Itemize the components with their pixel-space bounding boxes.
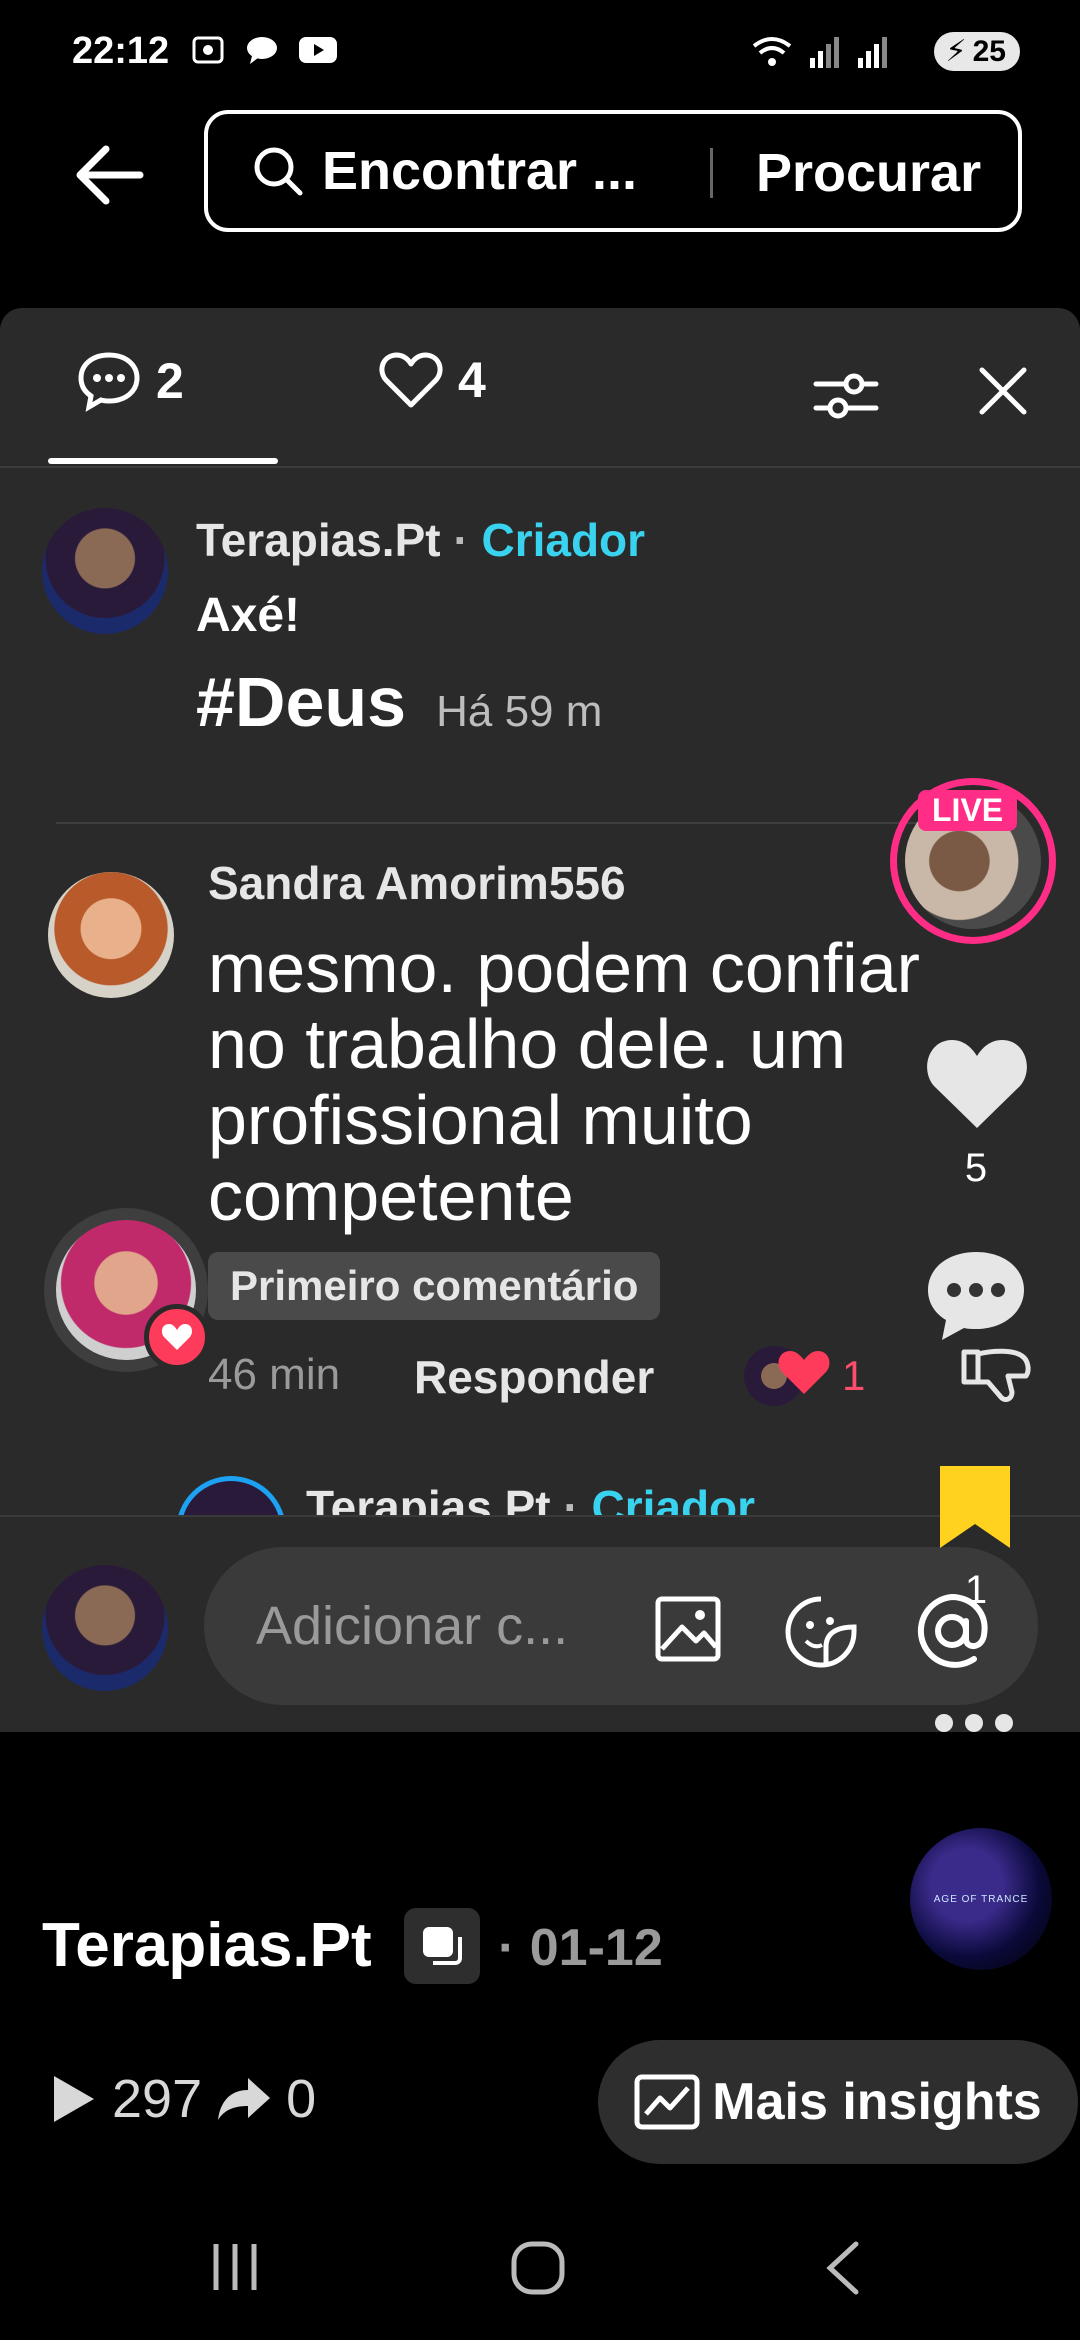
avatar-terapias[interactable] xyxy=(42,508,168,634)
tab-active-indicator xyxy=(48,458,278,464)
hashtag-link[interactable]: #Deus xyxy=(196,662,406,742)
save-count: 1 xyxy=(964,1568,988,1612)
live-badge: LIVE xyxy=(918,790,1018,831)
nav-back-icon[interactable] xyxy=(820,2238,864,2298)
stack-icon xyxy=(423,1927,462,1965)
image-icon[interactable] xyxy=(652,1593,724,1665)
more-insights-label: Mais insights xyxy=(712,2073,1042,2131)
comment-author-line: Terapias.Pt · Criador xyxy=(196,513,645,567)
comment-text: Axé! xyxy=(196,589,301,642)
comment-input-placeholder: Adicionar c... xyxy=(256,1596,569,1656)
more-insights-button[interactable]: Mais insights xyxy=(598,2040,1078,2164)
filter-sliders-icon[interactable] xyxy=(810,360,882,432)
creator-label: Criador xyxy=(481,514,646,566)
heart-badge xyxy=(144,1304,210,1370)
search-divider xyxy=(710,148,713,198)
heart-filled-icon xyxy=(161,1324,193,1350)
comment-tag-line: #Deus Há 59 m xyxy=(196,662,602,742)
battery-indicator: ⚡ 25 xyxy=(933,32,1020,71)
comment-time: 46 min xyxy=(208,1350,341,1399)
signal-icon-2 xyxy=(858,37,887,68)
comment-input-bar: Adicionar c... xyxy=(0,1515,1080,1732)
reply-button[interactable]: Responder xyxy=(414,1350,654,1404)
play-icon xyxy=(54,2076,94,2122)
youtube-icon xyxy=(299,37,337,63)
system-nav-bar xyxy=(0,2210,1080,2340)
recents-icon[interactable] xyxy=(208,2240,262,2294)
comment-icon[interactable] xyxy=(924,1246,1028,1346)
search-button[interactable]: Procurar xyxy=(756,142,981,204)
play-count: 297 xyxy=(112,2069,203,2129)
chat-icon xyxy=(247,37,277,64)
avatar-sandra[interactable] xyxy=(48,872,174,998)
search-input[interactable]: Encontrar ... xyxy=(322,140,637,202)
post-date: · 01-12 xyxy=(498,1919,663,1977)
close-icon[interactable] xyxy=(970,358,1036,424)
comment-author[interactable]: Terapias.Pt xyxy=(196,514,441,566)
comment-author[interactable]: Sandra Amorim556 xyxy=(208,856,626,910)
reaction-count: 1 xyxy=(842,1352,866,1399)
tab-comments[interactable]: 2 xyxy=(76,350,184,412)
status-signal-icons xyxy=(750,34,890,70)
signal-icon xyxy=(810,37,839,68)
insights-chart-icon xyxy=(634,2074,700,2130)
author-separator: · xyxy=(453,514,469,566)
emoji-sticker-icon[interactable] xyxy=(782,1593,860,1671)
comment-divider xyxy=(56,822,932,824)
back-arrow-icon[interactable] xyxy=(70,135,150,215)
search-bar[interactable]: Encontrar ... Procurar xyxy=(204,110,1022,232)
home-icon[interactable] xyxy=(508,2238,568,2298)
status-bar: 22:12 ⚡ 25 xyxy=(0,0,1080,100)
post-author[interactable]: Terapias.Pt xyxy=(42,1910,372,1981)
leaf-icon: ⚡ xyxy=(945,35,967,68)
heart-outline-icon xyxy=(379,352,443,408)
dislike-icon[interactable] xyxy=(958,1346,1034,1406)
comment-bubble-icon xyxy=(78,352,140,412)
share-count: 0 xyxy=(286,2069,317,2129)
status-notification-icons xyxy=(190,32,338,68)
status-time: 22:12 xyxy=(72,30,170,72)
bookmark-icon[interactable] xyxy=(936,1462,1014,1552)
likes-count: 4 xyxy=(458,352,486,408)
current-user-avatar xyxy=(42,1565,168,1691)
comment-time: Há 59 m xyxy=(436,687,603,736)
music-disc-label: AGE OF TRANCE xyxy=(933,1893,1029,1905)
screenshot-icon xyxy=(192,36,224,64)
tab-likes[interactable]: 4 xyxy=(378,350,486,410)
comment-input[interactable]: Adicionar c... xyxy=(204,1547,1038,1705)
like-count: 5 xyxy=(964,1146,988,1190)
comment-text: mesmo. podem confiar no trabalho dele. u… xyxy=(208,929,920,1235)
music-disc[interactable]: AGE OF TRANCE xyxy=(910,1828,1052,1970)
panel-tabs: 2 4 xyxy=(0,308,1080,468)
wifi-icon xyxy=(752,37,792,66)
duet-badge xyxy=(404,1908,480,1984)
first-comment-badge: Primeiro comentário xyxy=(208,1252,661,1320)
more-options-icon[interactable] xyxy=(932,1708,1016,1738)
like-heart-icon[interactable] xyxy=(922,1034,1032,1134)
reaction-heart-icon[interactable] xyxy=(776,1348,832,1398)
comments-count: 2 xyxy=(156,353,184,409)
search-icon xyxy=(254,147,303,196)
post-stats: 297 0 xyxy=(48,2068,316,2130)
first-commenter-avatar-ring xyxy=(44,1208,210,1372)
share-arrow-icon xyxy=(218,2078,271,2120)
battery-level: 25 xyxy=(972,34,1006,68)
